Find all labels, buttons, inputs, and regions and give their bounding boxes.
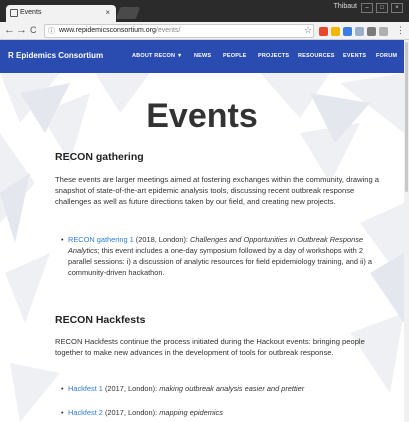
maximize-button[interactable]: □ [376,3,388,13]
nav-events[interactable]: EVENTS [343,53,366,59]
event-title: making outbreak analysis easier and pret… [159,384,305,393]
profile-name[interactable]: Thibaut [334,3,357,10]
section-heading: RECON Hackfests [55,314,146,326]
list-item: • RECON gathering 1 (2018, London): Chal… [61,234,386,278]
url-path: /events/ [155,27,181,34]
close-window-button[interactable]: × [391,3,403,13]
site-info-icon[interactable]: ⓘ [48,26,55,36]
extension-icon[interactable] [343,27,352,36]
section-intro: These events are larger meetings aimed a… [55,175,380,206]
browser-toolbar: ← → C ⓘ www.repidemicsconsortium.org/eve… [0,22,409,40]
event-title: mapping epidemics [159,408,223,417]
page-favicon-icon [10,9,18,17]
forward-icon[interactable]: → [16,24,27,36]
minimize-button[interactable]: – [361,3,373,13]
new-tab-button[interactable] [115,7,141,19]
extension-icon[interactable] [355,27,364,36]
nav-people[interactable]: PEOPLE [223,53,247,59]
event-meta: (2018, London): [133,235,191,244]
list-item: • Hackfest 2 (2017, London): mapping epi… [61,407,386,418]
site-brand-link[interactable]: R Epidemics Consortium [8,51,103,60]
event-meta: (2017, London): [102,408,160,417]
nav-about-recon[interactable]: ABOUT RECON ▼ [132,53,183,59]
event-description: ; this event includes a one-day symposiu… [68,246,372,277]
list-item: • Hackfest 1 (2017, London): making outb… [61,383,386,394]
section-intro: RECON Hackfests continue the process ini… [55,337,365,357]
browser-titlebar: Events × Thibaut – □ × [0,0,409,22]
tab-events[interactable]: Events × [6,5,116,22]
bullet: • [61,235,64,244]
event-meta: (2017, London): [102,384,160,393]
url-domain: www.repidemicsconsortium.org [59,27,156,34]
nav-forum[interactable]: FORUM [376,53,397,59]
nav-resources[interactable]: RESOURCES [298,53,335,59]
page-content: Events RECON gathering These events are … [0,73,404,422]
bullet: • [61,384,64,393]
tab-title: Events [20,9,42,16]
scrollbar-thumb[interactable] [405,42,408,192]
page-scrollbar[interactable] [404,40,409,422]
event-link[interactable]: Hackfest 1 [68,384,103,393]
bullet: • [61,408,64,417]
reload-icon[interactable]: C [30,25,37,35]
address-bar[interactable]: ⓘ www.repidemicsconsortium.org/events/ [44,24,314,38]
back-icon[interactable]: ← [4,24,15,36]
tab-close-icon[interactable]: × [105,8,110,17]
extension-icon[interactable] [379,27,388,36]
nav-projects[interactable]: PROJECTS [258,53,289,59]
nav-news[interactable]: NEWS [194,53,211,59]
page-title: Events [146,97,258,135]
site-navbar: R Epidemics Consortium ABOUT RECON ▼ NEW… [0,40,404,73]
bookmark-star-icon[interactable]: ☆ [304,25,312,36]
section-heading: RECON gathering [55,151,144,163]
browser-menu-icon[interactable]: ⋮ [396,25,405,36]
extension-icon[interactable] [331,27,340,36]
event-link[interactable]: Hackfest 2 [68,408,103,417]
event-link[interactable]: RECON gathering 1 [68,235,134,244]
extension-icon[interactable] [319,27,328,36]
extension-icon[interactable] [367,27,376,36]
